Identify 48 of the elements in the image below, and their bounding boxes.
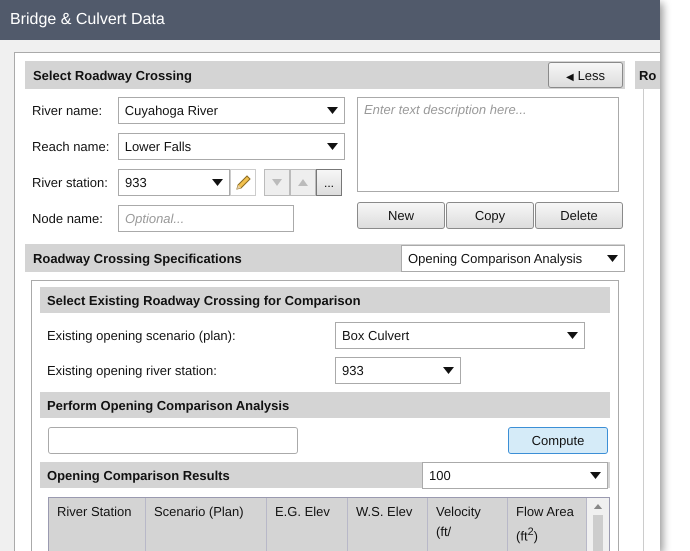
move-down-button[interactable] bbox=[264, 169, 290, 196]
action-button[interactable]: New bbox=[357, 202, 445, 229]
caret-down-icon bbox=[327, 107, 338, 114]
field-label: Existing opening river station: bbox=[46, 362, 218, 378]
dropdown[interactable]: 933 bbox=[118, 169, 230, 196]
caret-down-icon bbox=[590, 472, 601, 478]
profile-dropdown[interactable]: 100 bbox=[422, 462, 608, 488]
field-label: River name: bbox=[31, 103, 104, 118]
column-header[interactable]: Scenario (Plan) bbox=[146, 498, 267, 551]
action-button[interactable]: Delete bbox=[535, 202, 623, 229]
column-header[interactable]: W.S. Elev bbox=[348, 498, 428, 551]
field-label: Reach name: bbox=[31, 139, 110, 154]
caret-down-icon bbox=[212, 179, 223, 186]
node-name-field[interactable]: Optional... bbox=[118, 205, 294, 232]
section-title: Select Roadway Crossing bbox=[33, 68, 192, 82]
description-field[interactable]: Enter text description here... bbox=[357, 97, 619, 192]
field-label: Node name: bbox=[31, 211, 104, 226]
less-button[interactable]: ◀ Less bbox=[548, 62, 623, 88]
mode-dropdown[interactable]: Opening Comparison Analysis bbox=[401, 244, 625, 272]
column-header[interactable]: Velocity (ft/ bbox=[428, 498, 508, 551]
column-header[interactable]: River Station bbox=[49, 498, 146, 551]
dropdown[interactable]: Lower Falls bbox=[118, 133, 345, 160]
column-header[interactable]: E.G. Elev bbox=[267, 498, 348, 551]
section-title: Select Existing Roadway Crossing for Comparison bbox=[47, 292, 361, 308]
action-button[interactable]: Copy bbox=[446, 202, 534, 229]
triangle-down-icon bbox=[272, 179, 282, 186]
browse-button[interactable]: ... bbox=[316, 169, 342, 196]
caret-down-icon bbox=[607, 254, 618, 262]
section-title: Roadway Crossing Specifications bbox=[33, 250, 242, 266]
triangle-up-icon bbox=[298, 179, 308, 186]
section-title: Perform Opening Comparison Analysis bbox=[47, 398, 290, 412]
section-title: Opening Comparison Results bbox=[47, 468, 230, 482]
caret-down-icon bbox=[327, 143, 338, 150]
dropdown[interactable]: Cuyahoga River bbox=[118, 97, 345, 124]
scroll-up-icon[interactable] bbox=[593, 504, 603, 510]
pencil-icon[interactable] bbox=[230, 169, 256, 196]
move-up-button[interactable] bbox=[290, 169, 316, 196]
field-label: Existing opening scenario (plan): bbox=[46, 328, 237, 342]
compute-button[interactable]: Compute bbox=[508, 427, 608, 454]
status-field[interactable] bbox=[48, 427, 298, 454]
dropdown[interactable]: 933 bbox=[335, 356, 461, 384]
dropdown[interactable]: Box Culvert bbox=[335, 322, 585, 348]
caret-down-icon bbox=[567, 332, 578, 338]
window-title: Bridge & Culvert Data bbox=[10, 11, 165, 29]
scroll-bar[interactable] bbox=[587, 498, 609, 551]
section-title: Ro bbox=[639, 68, 656, 82]
field-label: River station: bbox=[31, 175, 109, 190]
caret-down-icon bbox=[443, 366, 454, 374]
